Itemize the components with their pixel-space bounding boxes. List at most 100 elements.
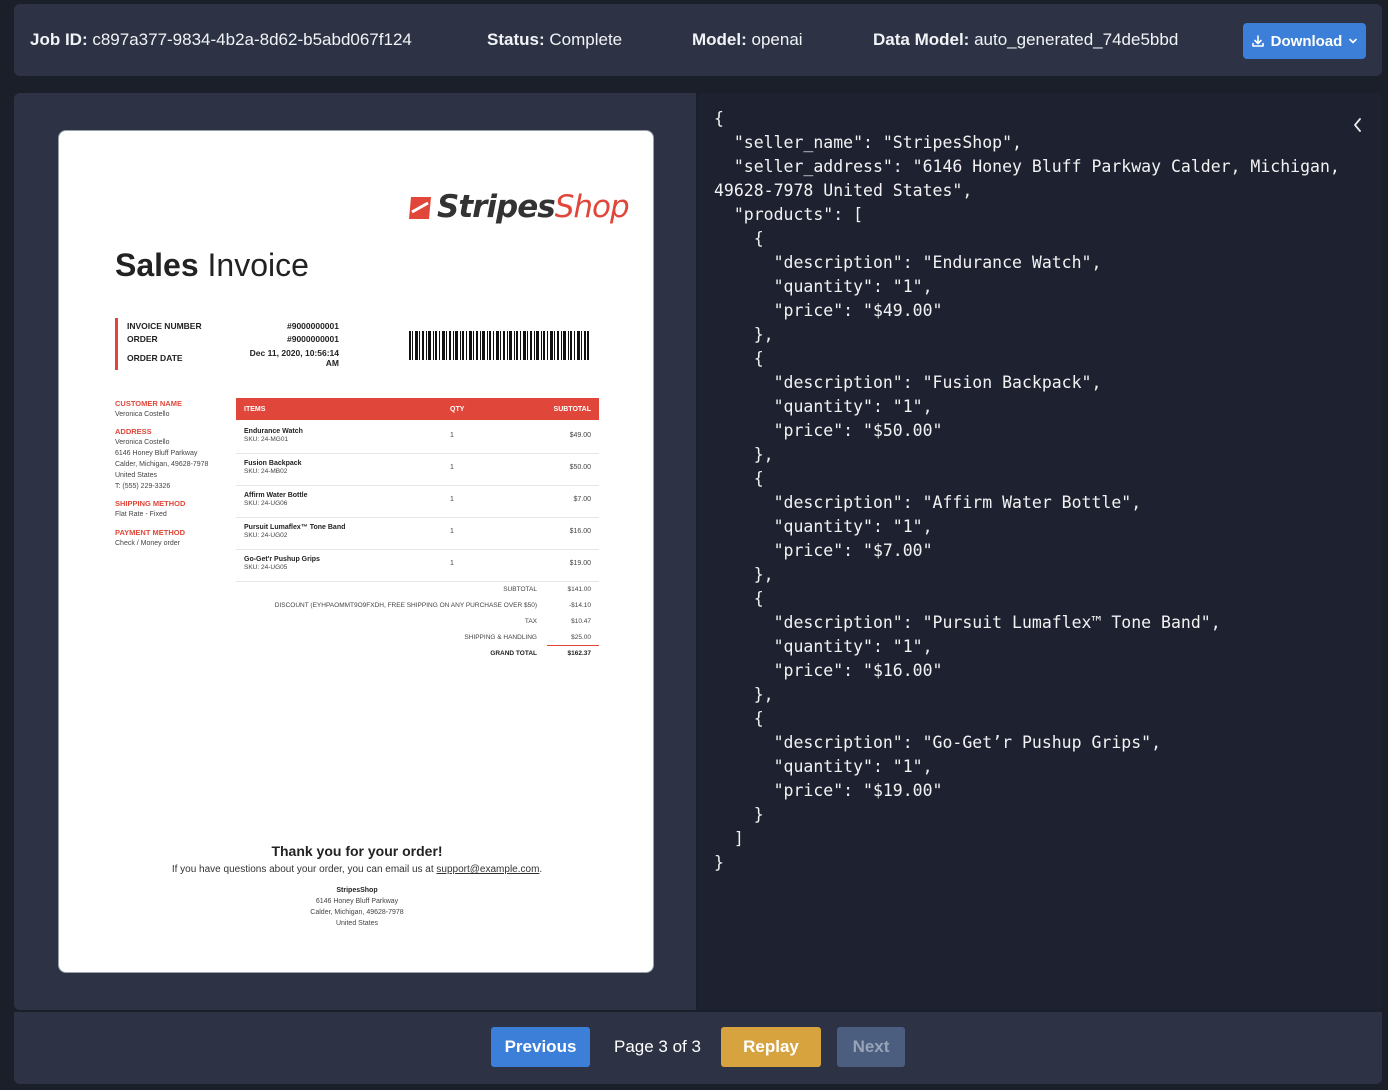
table-row: Endurance Watch SKU: 24-MG01 1 $49.00 [236,421,599,454]
items-table-header: ITEMS QTY SUBTOTAL [236,398,599,420]
address-line: T: (555) 229-3326 [115,483,171,490]
total-divider [547,645,599,646]
item-name: Pursuit Lumaflex™ Tone Band [244,524,346,531]
questions-line: If you have questions about your order, … [171,864,543,875]
order-number-value: #9000000001 [286,334,339,344]
previous-button[interactable]: Previous [491,1027,590,1067]
invoice-title: Sales Invoice [115,247,309,284]
download-label: Download [1270,32,1343,50]
job-model: Model: openai [692,30,803,50]
chevron-left-icon[interactable] [1352,117,1364,138]
total-value: -$14.10 [568,602,591,609]
job-id-value: c897a377-9834-4b2a-8d62-b5abd067f124 [92,30,412,49]
status-label: Status: [487,30,545,49]
col-items: ITEMS [244,406,266,413]
item-subtotal: $16.00 [569,528,591,535]
table-row: Go-Get'r Pushup Grips SKU: 24-UG05 1 $19… [236,549,599,582]
col-qty: QTY [450,406,465,413]
stripes-logo-icon [407,195,433,226]
page-indicator: Page 3 of 3 [614,1037,701,1056]
model-value: openai [751,30,803,49]
address-line: United States [115,472,158,479]
order-label: ORDER [127,334,158,344]
table-row: Fusion Backpack SKU: 24-MB02 1 $50.00 [236,453,599,486]
footer-line: United States [335,920,379,927]
footer-line: Calder, Michigan, 49628-7978 [310,909,404,916]
total-label: DISCOUNT (EYHPAOMMT9O9FXDH, FREE SHIPPIN… [274,602,537,609]
footer-line: 6146 Honey Bluff Parkway [315,898,399,905]
order-date-label: ORDER DATE [127,353,183,363]
brand-part2: Shop [554,189,630,225]
table-row: Pursuit Lumaflex™ Tone Band SKU: 24-UG02… [236,517,599,550]
replay-button[interactable]: Replay [721,1027,821,1067]
payment-method-label: PAYMENT METHOD [115,528,186,537]
item-subtotal: $19.00 [569,560,591,567]
table-row: Affirm Water Bottle SKU: 24-UG06 1 $7.00 [236,485,599,518]
total-label: SUBTOTAL [503,586,537,593]
download-button[interactable]: Download [1243,23,1366,59]
invoice-number-value: #9000000001 [286,321,339,331]
item-qty: 1 [450,496,454,503]
address-label: ADDRESS [115,427,152,436]
thank-you-heading: Thank you for your order! [271,843,443,859]
title-bold: Sales [115,247,199,283]
item-subtotal: $7.00 [573,496,591,503]
meta-accent-bar [115,318,118,370]
brand-logo-text: StripesShop [437,189,630,225]
invoice-number-label: INVOICE NUMBER [127,321,202,331]
support-email-link[interactable]: support@example.com [436,864,539,875]
address-line: Calder, Michigan, 49628-7978 [115,461,209,468]
barcode-icon [409,331,589,360]
address-line: Veronica Costello [115,439,170,446]
item-sku: SKU: 24-UG02 [244,532,288,539]
grand-total-value: $162.37 [567,650,592,657]
item-subtotal: $50.00 [569,464,591,471]
item-sku: SKU: 24-MG01 [244,436,289,443]
next-button[interactable]: Next [837,1027,905,1067]
item-sku: SKU: 24-UG05 [244,564,288,571]
address-line: 6146 Honey Bluff Parkway [115,450,198,457]
item-qty: 1 [450,528,454,535]
invoice-document: StripesShop Sales Invoice INVOICE NUMBER… [58,130,654,973]
model-label: Model: [692,30,747,49]
item-qty: 1 [450,464,454,471]
questions-text: If you have questions about your order, … [171,864,434,875]
total-value: $25.00 [571,634,591,641]
total-value: $141.00 [567,586,592,593]
total-label: SHIPPING & HANDLING [464,634,537,641]
job-data-model: Data Model: auto_generated_74de5bbd [873,30,1178,50]
json-output-panel: { "seller_name": "StripesShop", "seller_… [698,93,1382,1010]
data-model-value: auto_generated_74de5bbd [974,30,1179,49]
item-subtotal: $49.00 [569,432,591,439]
job-status: Status: Complete [487,30,622,50]
shipping-method-label: SHIPPING METHOD [115,499,186,508]
order-date-value: Dec 11, 2020, 10:56:14 [249,348,339,358]
total-value: $10.47 [571,618,591,625]
total-label: TAX [524,618,537,625]
footer-line: StripesShop [336,887,378,894]
data-model-label: Data Model: [873,30,970,49]
shipping-method: Flat Rate - Fixed [115,511,167,518]
grand-total-label: GRAND TOTAL [490,650,537,657]
download-icon [1251,34,1265,48]
json-output: { "seller_name": "StripesShop", "seller_… [714,109,1340,872]
item-name: Fusion Backpack [244,460,302,467]
job-id-label: Job ID: [30,30,88,49]
item-name: Affirm Water Bottle [244,492,308,499]
item-name: Go-Get'r Pushup Grips [244,556,320,563]
item-sku: SKU: 24-UG06 [244,500,288,507]
customer-name-label: CUSTOMER NAME [115,399,182,408]
title-rest: Invoice [207,247,309,283]
payment-method: Check / Money order [115,540,180,547]
order-date-value-ampm: AM [325,358,339,368]
item-qty: 1 [450,560,454,567]
brand-part1: Stripes [437,189,556,225]
item-name: Endurance Watch [244,428,303,435]
col-subtotal: SUBTOTAL [553,406,591,413]
chevron-down-icon [1348,36,1358,46]
status-value: Complete [549,30,623,49]
customer-name: Veronica Costello [115,411,170,418]
item-sku: SKU: 24-MB02 [244,468,288,475]
job-id: Job ID: c897a377-9834-4b2a-8d62-b5abd067… [30,30,412,50]
item-qty: 1 [450,432,454,439]
